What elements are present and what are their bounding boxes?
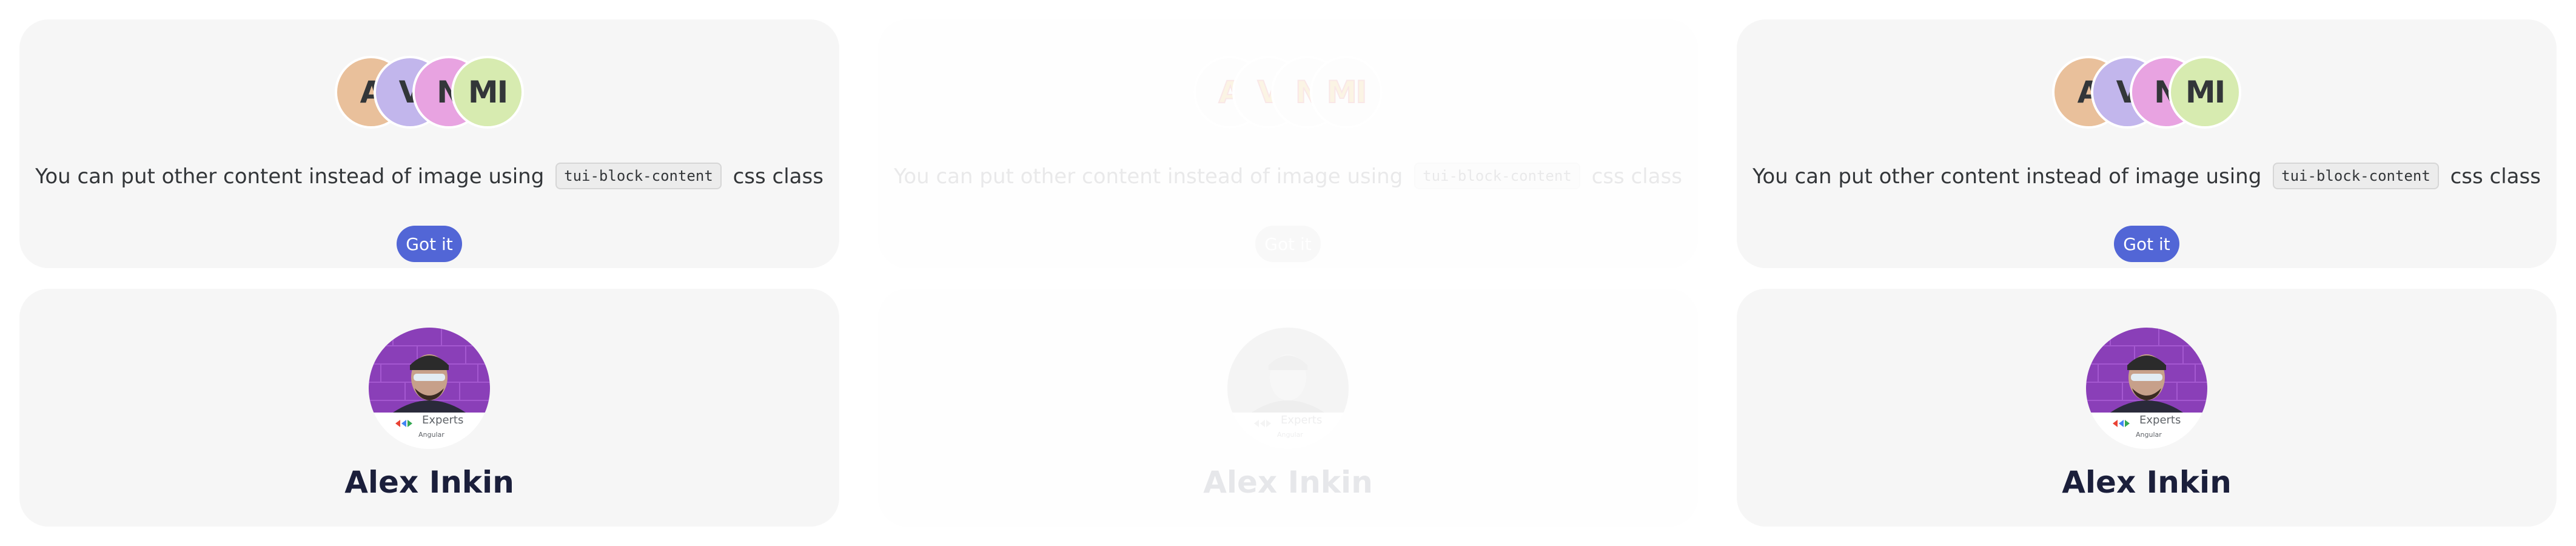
description-after: css class — [733, 164, 823, 189]
content-block-card-disabled: A V N MI You can put other content inste… — [878, 19, 1698, 268]
got-it-button[interactable]: Got it — [2114, 226, 2179, 262]
description-text: You can put other content instead of ima… — [1737, 163, 2557, 189]
avatar-stack: A V N MI — [1193, 56, 1383, 129]
profile-block-card-disabled: Experts Angular Alex Inkin — [878, 289, 1698, 527]
description-before: You can put other content instead of ima… — [1753, 164, 2262, 189]
description-before: You can put other content instead of ima… — [894, 164, 1403, 189]
avatar: MI — [451, 56, 524, 129]
profile-name: Alex Inkin — [344, 465, 514, 500]
code-snippet: tui-block-content — [2273, 163, 2439, 189]
profile-photo: Experts Angular — [1227, 328, 1349, 449]
description-after: css class — [2450, 164, 2541, 189]
blocks-grid: A V N MI You can put other content inste… — [0, 0, 2576, 546]
badge-title: Experts — [1281, 414, 1323, 426]
description-after: css class — [1591, 164, 1682, 189]
description-text: You can put other content instead of ima… — [19, 163, 839, 189]
got-it-button[interactable]: Got it — [397, 226, 462, 262]
profile-photo: Experts Angular — [2086, 328, 2207, 449]
description-text: You can put other content instead of ima… — [878, 163, 1698, 189]
profile-block-card[interactable]: Experts Angular Alex Inkin — [1737, 289, 2557, 527]
profile-block-card[interactable]: Experts Angular Alex Inkin — [19, 289, 839, 527]
avatar-stack: A V N MI — [2052, 56, 2241, 129]
content-block-card[interactable]: A V N MI You can put other content inste… — [19, 19, 839, 268]
badge-subtitle: Angular — [2136, 431, 2162, 439]
badge-subtitle: Angular — [418, 431, 444, 439]
description-before: You can put other content instead of ima… — [35, 164, 545, 189]
badge-title: Experts — [422, 414, 464, 426]
content-block-card[interactable]: A V N MI You can put other content inste… — [1737, 19, 2557, 268]
profile-photo: Experts Angular — [369, 328, 490, 449]
badge-title: Experts — [2139, 414, 2181, 426]
avatar: MI — [1310, 56, 1383, 129]
avatar-stack: A V N MI — [335, 56, 524, 129]
got-it-button-disabled: Got it — [1255, 226, 1321, 262]
code-snippet: tui-block-content — [1414, 163, 1580, 189]
code-snippet: tui-block-content — [555, 163, 722, 189]
badge-subtitle: Angular — [1277, 431, 1303, 439]
profile-name: Alex Inkin — [1203, 465, 1373, 500]
profile-name: Alex Inkin — [2062, 465, 2232, 500]
avatar: MI — [2168, 56, 2241, 129]
